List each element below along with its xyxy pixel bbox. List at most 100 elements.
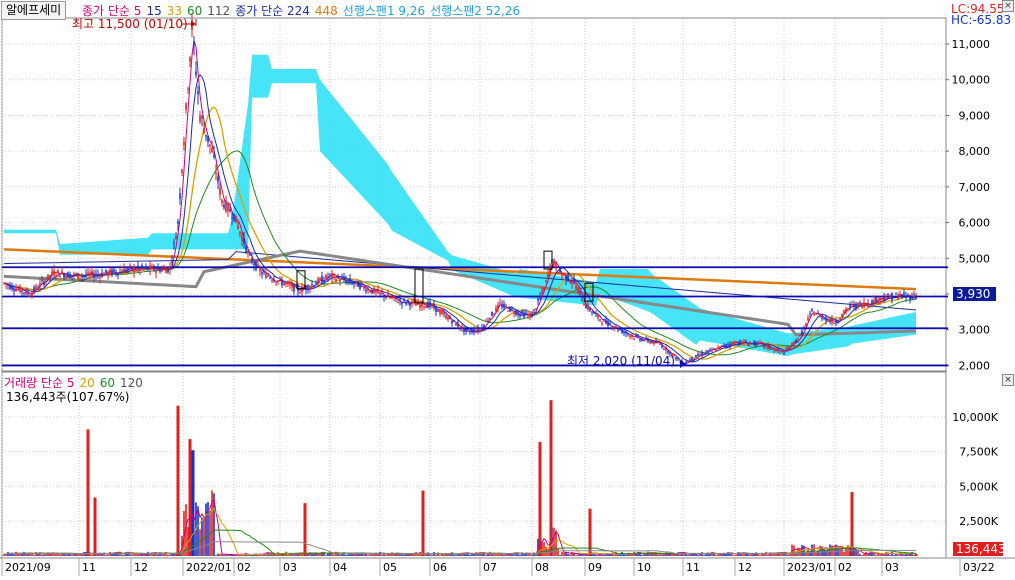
volume-bar [131,554,133,556]
candle-body [183,141,185,145]
volume-bar [401,554,403,556]
volume-bar [19,553,21,556]
volume-bar [619,554,621,556]
volume-bar [373,554,375,556]
candle-body [575,285,577,289]
candle-body [259,268,261,272]
candle-body [577,287,579,293]
candle-body [665,347,667,351]
volume-bar [247,554,249,556]
volume-bar [875,555,877,556]
volume-bar [617,554,619,556]
candle-body [177,221,179,224]
volume-pane-close-icon[interactable]: × [1002,374,1014,386]
candle-body [101,272,103,277]
price-legend-item-4[interactable]: 112 [207,4,230,18]
candle-body [667,350,669,353]
candle-body [861,304,863,308]
volume-bar [203,517,205,556]
candle-body [261,272,263,275]
volume-bar [417,554,419,556]
candle-body [331,273,333,279]
volume-bar [557,548,559,556]
candle-body [579,290,581,292]
volume-bar [595,554,597,556]
candle-body [517,312,519,315]
candle-body [63,274,65,278]
price-indicator-legend: 종가 단순 5 15 33 60 112 종가 단순 224 448 선행스팬1 9,26 선행… [82,2,525,19]
candle-body [221,199,223,203]
candle-body [737,343,739,345]
candle-body [653,340,655,344]
volume-bar [659,553,661,556]
candle-body [121,271,123,273]
candle-body [697,353,699,356]
volume-bar [879,554,881,556]
candle-body [9,284,11,289]
volume-bar [23,551,25,556]
price-legend-item-5[interactable]: 종가 단순 224 [235,4,310,18]
candle-body [383,295,385,298]
price-legend-item-1[interactable]: 15 [146,4,161,18]
candle-body [449,316,451,320]
candle-body [707,350,709,353]
candle-body [829,320,831,322]
price-legend-item-2[interactable]: 33 [167,4,182,18]
candle-body [207,135,209,142]
candle-body [475,330,477,333]
candle-body [407,300,409,302]
candle-body [539,296,541,298]
candle-body [309,287,311,289]
chart-canvas[interactable]: 2,0003,0004,0005,0006,0007,0008,0009,000… [0,0,1015,576]
candle-body [151,266,153,270]
candle-body [419,304,421,308]
candle-body [489,318,491,321]
volume-bar [91,554,93,556]
price-pane-close-icon[interactable]: × [1002,0,1014,12]
candle-body [361,282,363,285]
candle-body [779,350,781,352]
candle-body [875,297,877,302]
candle-body [405,302,407,304]
candle-body [599,319,601,321]
candle-body [441,310,443,315]
price-legend-item-7[interactable]: 선행스팬1 9,26 [343,4,425,18]
stock-name-button[interactable]: 알에프세미 [1,1,67,20]
candle-body [31,292,33,296]
candle-body [535,308,537,310]
price-legend-item-8[interactable]: 선행스팬2 52,26 [430,4,520,18]
volume-bar [353,554,355,556]
price-legend-item-6[interactable]: 448 [315,4,338,18]
current-price-tag: 3,930 [953,287,996,301]
volume-bar [743,554,745,556]
candle-body [107,271,109,276]
candle-body [255,261,257,270]
candle-body [205,134,207,137]
volume-bar [121,554,123,556]
volume-bar [399,554,401,556]
candle-body [33,287,35,292]
candle-body [53,270,55,276]
candle-body [741,341,743,343]
volume-bar [313,554,315,556]
candle-body [343,277,345,281]
vol-y-tick-label: 10,000K [952,411,998,424]
hc-value: HC:-65.83 [951,13,1012,27]
volume-bar [825,550,827,556]
volume-bar [631,554,633,556]
candle-body [791,342,793,346]
candle-body [809,313,811,315]
candle-body [663,348,665,350]
x-tick-label: 07 [483,561,497,574]
price-legend-item-3[interactable]: 60 [187,4,202,18]
price-legend-item-0[interactable]: 종가 단순 5 [82,4,141,18]
candle-body [733,342,735,345]
candle-body [13,289,15,291]
candle-body [217,176,219,183]
stock-chart[interactable]: 2,0003,0004,0005,0006,0007,0008,0009,000… [0,0,1015,576]
y-tick-label: 6,000 [959,217,991,230]
candle-body [357,281,359,287]
candle-body [557,271,559,274]
candle-body [293,284,295,292]
candle-body [739,340,741,345]
